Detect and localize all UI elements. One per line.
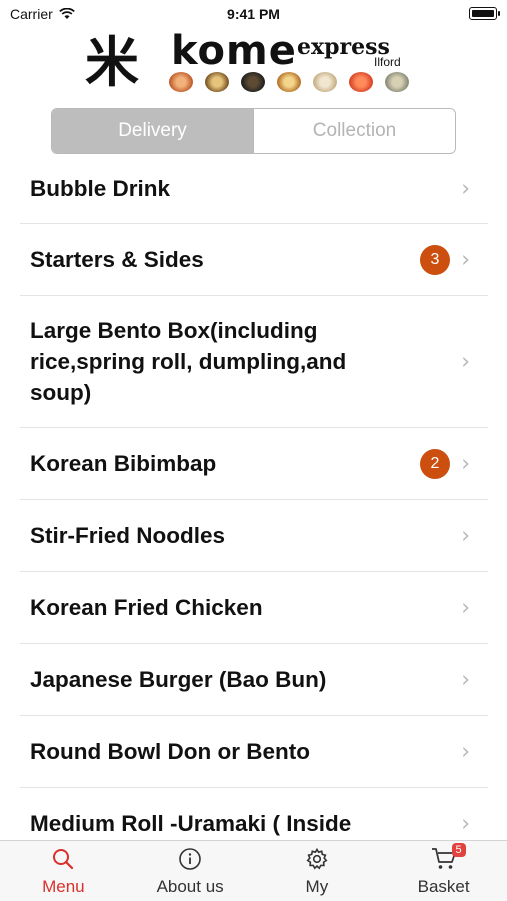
food-sushi-icon [169, 72, 193, 92]
food-ramen-icon [277, 72, 301, 92]
category-label: Large Bento Box(including rice,spring ro… [30, 318, 347, 405]
gear-icon [303, 845, 331, 873]
tab-basket[interactable]: 5 Basket [380, 841, 507, 901]
category-row[interactable]: Stir-Fried Noodles › [20, 500, 488, 572]
tab-basket-label: Basket [417, 877, 470, 896]
battery-icon [469, 7, 500, 20]
tab-my-label: My [305, 877, 329, 896]
category-row[interactable]: Korean Fried Chicken › [20, 572, 488, 644]
logo-kanji: 米 [85, 30, 139, 94]
food-bowl-icon [241, 72, 265, 92]
category-row[interactable]: Japanese Burger (Bao Bun) › [20, 644, 488, 716]
category-label: Bubble Drink [30, 176, 171, 201]
category-row[interactable]: Medium Roll -Uramaki ( Inside › [20, 788, 488, 840]
food-dumpling-icon [313, 72, 337, 92]
category-row[interactable]: Starters & Sides 3 › [20, 224, 488, 296]
category-label: Japanese Burger (Bao Bun) [30, 667, 327, 692]
segment-collection[interactable]: Collection [253, 109, 455, 153]
logo-brand: kome [171, 28, 297, 74]
tab-menu-label: Menu [42, 877, 85, 896]
tab-about[interactable]: About us [127, 841, 254, 901]
food-salmon-icon [349, 72, 373, 92]
category-label: Stir-Fried Noodles [30, 523, 226, 548]
food-tea-icon [385, 72, 409, 92]
tab-my[interactable]: My [254, 841, 381, 901]
category-label: Korean Fried Chicken [30, 595, 263, 620]
category-row[interactable]: Bubble Drink › [20, 154, 488, 224]
logo-place: Ilford [374, 55, 401, 69]
chevron-right-icon: › [461, 667, 470, 692]
status-bar: Carrier 9:41 PM [0, 0, 507, 28]
item-count-badge: 3 [420, 244, 450, 275]
chevron-right-icon: › [461, 349, 470, 374]
category-list: Bubble Drink › Starters & Sides 3 › Large Ben… [0, 154, 507, 840]
category-row[interactable]: Large Bento Box(including rice,spring ro… [20, 296, 488, 428]
logo-food-images [169, 72, 409, 92]
segment-delivery[interactable]: Delivery [52, 109, 253, 153]
category-label: Starters & Sides [30, 247, 204, 272]
chevron-right-icon: › [461, 739, 470, 764]
category-label: Round Bowl Don or Bento [30, 739, 310, 764]
info-icon [176, 845, 204, 873]
status-time: 9:41 PM [227, 6, 280, 22]
cart-icon: 5 [430, 843, 466, 873]
chevron-right-icon: › [461, 595, 470, 620]
item-count-badge: 2 [420, 448, 450, 479]
chevron-right-icon: › [461, 247, 470, 272]
chevron-right-icon: › [461, 451, 470, 476]
chevron-right-icon: › [461, 523, 470, 548]
category-label: Korean Bibimbap [30, 451, 217, 476]
order-type-segment: Delivery Collection [51, 108, 456, 154]
basket-count-badge: 5 [451, 843, 466, 857]
brand-logo: 米 kome express Ilford [85, 28, 425, 96]
category-label: Medium Roll -Uramaki ( Inside [30, 811, 352, 836]
chevron-right-icon: › [461, 811, 470, 836]
chevron-right-icon: › [461, 176, 470, 201]
food-rice-icon [205, 72, 229, 92]
tab-about-label: About us [156, 877, 224, 896]
category-row[interactable]: Round Bowl Don or Bento › [20, 716, 488, 788]
tab-menu[interactable]: Menu [0, 841, 127, 901]
category-row[interactable]: Korean Bibimbap 2 › [20, 428, 488, 500]
search-icon [49, 845, 77, 873]
tab-bar: Menu About us My 5 Basket [0, 840, 507, 901]
